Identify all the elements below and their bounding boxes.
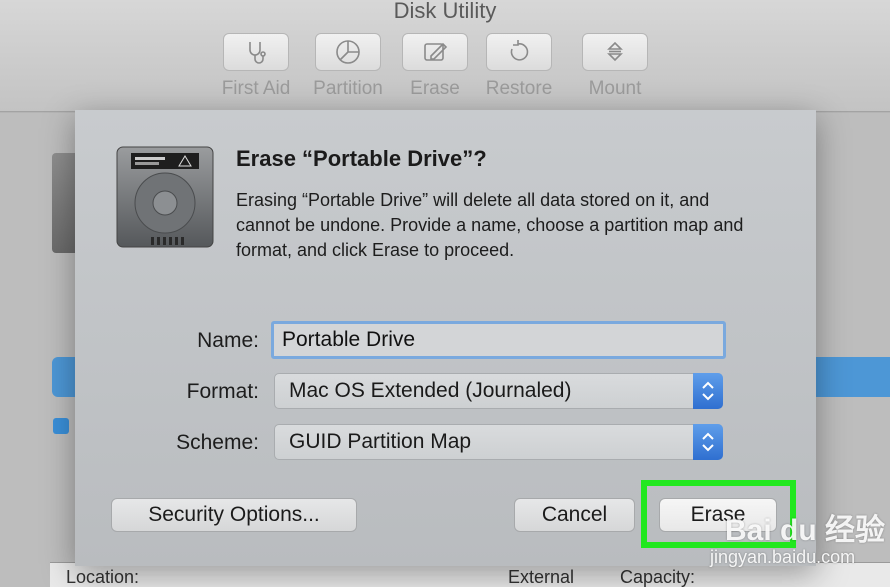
name-input[interactable] <box>271 321 726 359</box>
format-select[interactable]: Mac OS Extended (Journaled) <box>274 373 723 409</box>
toolbar-label: Mount <box>588 78 642 99</box>
security-options-button[interactable]: Security Options... <box>111 498 357 532</box>
format-value: Mac OS Extended (Journaled) <box>289 379 572 402</box>
info-label-capacity: Capacity: <box>620 567 696 587</box>
erase-icon <box>424 42 448 61</box>
dialog-title: Erase “Portable Drive”? <box>236 146 487 171</box>
scheme-value: GUID Partition Map <box>289 430 472 453</box>
restore-button[interactable] <box>486 33 552 71</box>
chevron-updown-icon <box>702 432 714 452</box>
mount-button[interactable] <box>582 33 648 71</box>
info-value-external: External <box>508 567 575 587</box>
format-label: Format: <box>186 380 259 403</box>
dialog-message: Erasing “Portable Drive” will delete all… <box>236 190 744 260</box>
chevron-updown-icon <box>702 381 714 401</box>
window-title: Disk Utility <box>393 0 497 23</box>
window-titlebar: Disk Utility First Aid Partition Erase R… <box>0 0 890 112</box>
scheme-stepper[interactable] <box>693 424 723 460</box>
scheme-select[interactable]: GUID Partition Map <box>274 424 723 460</box>
toolbar-item-first-aid[interactable]: First Aid <box>216 33 296 103</box>
toolbar-label: Restore <box>485 78 553 99</box>
name-label: Name: <box>197 329 259 352</box>
legend-swatch <box>53 418 69 434</box>
stethoscope-icon <box>249 42 266 64</box>
restore-icon <box>510 40 529 61</box>
toolbar-label: Partition <box>313 78 383 99</box>
toolbar-item-partition[interactable]: Partition <box>308 33 388 103</box>
scheme-label: Scheme: <box>176 431 259 454</box>
info-label-location: Location: <box>66 567 140 587</box>
toolbar-item-mount[interactable]: Mount <box>575 33 655 103</box>
cancel-button[interactable]: Cancel <box>514 498 635 532</box>
erase-toolbar-button[interactable] <box>402 33 468 71</box>
toolbar-label: First Aid <box>221 78 291 99</box>
mount-icon <box>607 41 623 62</box>
toolbar-item-erase[interactable]: Erase <box>395 33 475 103</box>
capacity-bar-end <box>816 357 890 397</box>
watermark-logo: Bai du 经验 <box>725 514 886 547</box>
erase-dialog: Erase “Portable Drive”? Erasing “Portabl… <box>75 110 816 566</box>
partition-pie-icon <box>336 40 360 64</box>
format-stepper[interactable] <box>693 373 723 409</box>
first-aid-button[interactable] <box>223 33 289 71</box>
partition-button[interactable] <box>315 33 381 71</box>
hard-drive-icon <box>116 146 214 248</box>
toolbar-item-restore[interactable]: Restore <box>479 33 559 103</box>
watermark-url: jingyan.baidu.com <box>710 547 856 567</box>
